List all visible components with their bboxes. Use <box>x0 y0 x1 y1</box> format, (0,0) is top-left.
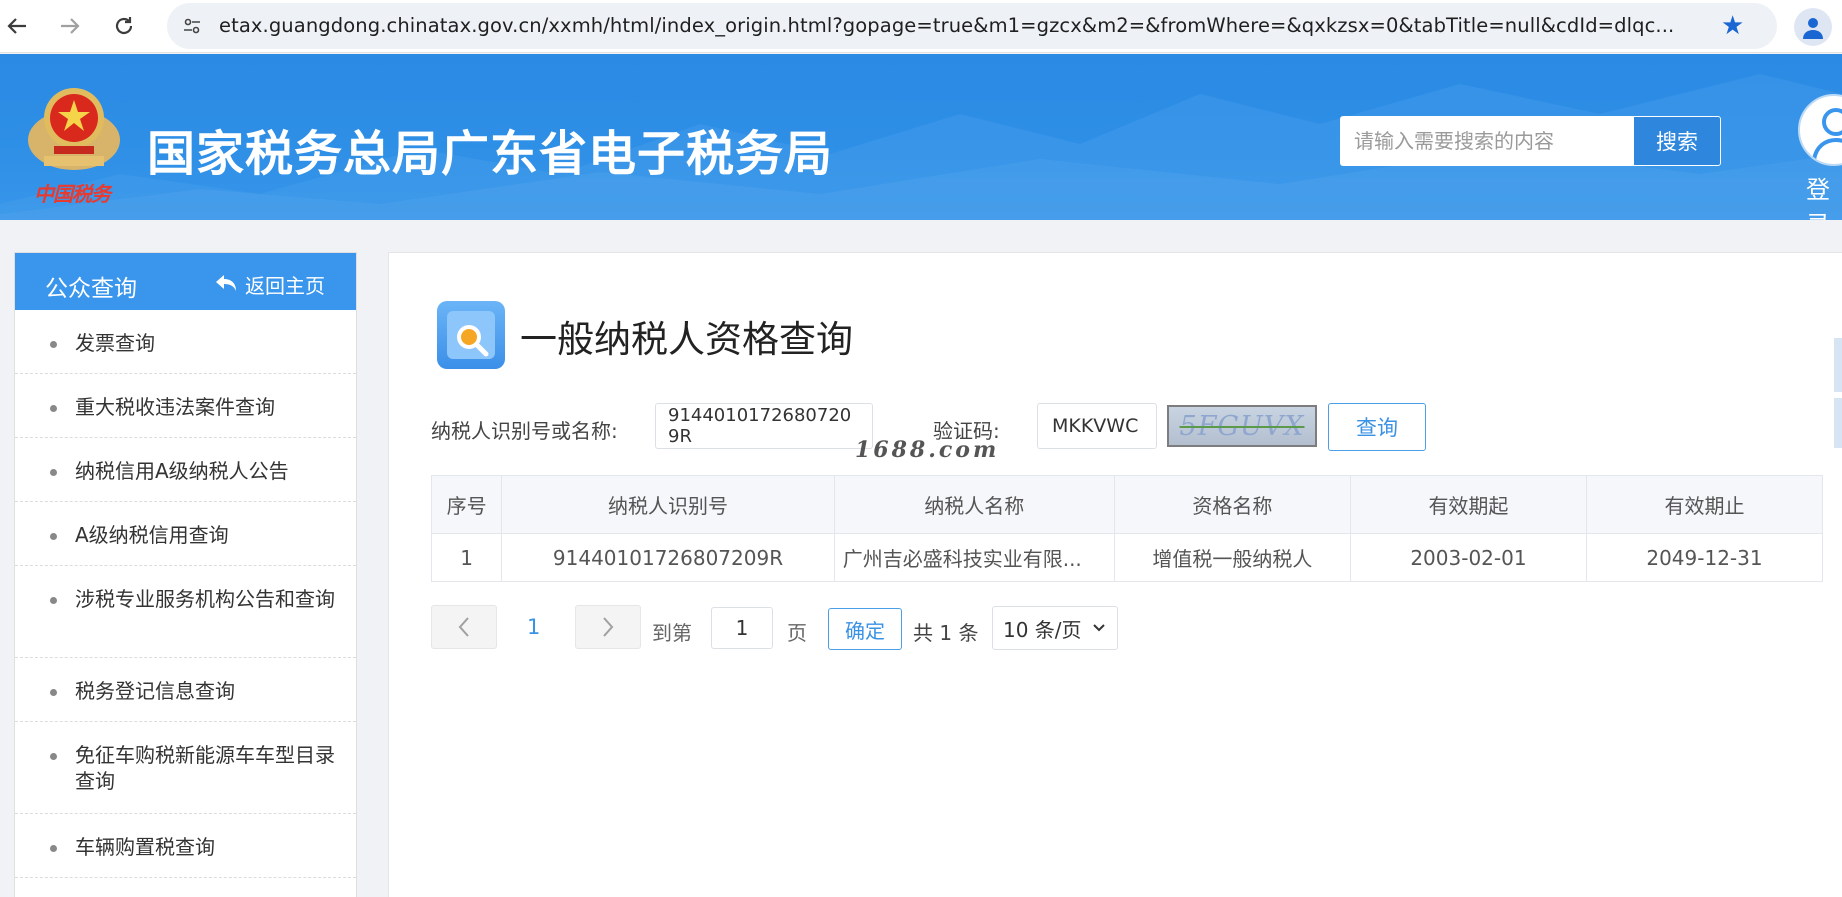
goto-page-input[interactable]: 1 <box>711 607 773 649</box>
back-icon[interactable] <box>0 9 34 43</box>
col-header: 纳税人识别号 <box>501 475 835 534</box>
table-cell: 2049-12-31 <box>1585 533 1824 582</box>
sidebar-item-label: 发票查询 <box>75 331 155 355</box>
goto-label: 到第 <box>652 621 692 645</box>
table-cell: 增值税一般纳税人 <box>1113 533 1351 582</box>
reload-icon[interactable] <box>107 9 141 43</box>
page-size-select[interactable]: 10 条/页 <box>992 606 1118 650</box>
side-float-tab[interactable] <box>1834 398 1842 448</box>
forward-icon[interactable] <box>53 9 87 43</box>
result-table: 序号 纳税人识别号 纳税人名称 资格名称 有效期起 有效期止 1 9144010… <box>430 475 1824 582</box>
next-page-button[interactable] <box>575 605 641 649</box>
sidebar-item-label: 纳税信用A级纳税人公告 <box>75 459 289 483</box>
page-size-value: 10 条/页 <box>1003 617 1082 642</box>
site-search-input[interactable] <box>1340 116 1633 166</box>
emblem-caption: 中国税务 <box>34 182 111 206</box>
chevron-left-icon <box>458 617 469 637</box>
login-link[interactable]: 登录 <box>1806 170 1842 220</box>
back-home-label: 返回主页 <box>245 274 325 298</box>
search-doc-icon <box>437 301 505 369</box>
sidebar-item-label: 涉税专业服务机构公告和查询 <box>75 587 335 611</box>
main-panel: 一般纳税人资格查询 纳税人识别号或名称: 9144010172680720​9R… <box>388 252 1842 897</box>
table-header-row: 序号 纳税人识别号 纳税人名称 资格名称 有效期起 有效期止 <box>430 475 1824 534</box>
profile-icon[interactable] <box>1794 8 1832 46</box>
prev-page-button[interactable] <box>431 605 497 649</box>
address-bar[interactable]: etax.guangdong.chinatax.gov.cn/xxmh/html… <box>167 3 1777 49</box>
pagination: 1 到第 1 页 确定 共 1 条 10 条/页 <box>431 605 1331 651</box>
sidebar-item-label: 免征车购税新能源车车型目录查询 <box>75 743 335 793</box>
sidebar-item-ev-catalog[interactable]: 免征车购税新能源车车型目录查询 <box>15 722 356 814</box>
bookmark-star-icon[interactable]: ★ <box>1721 11 1744 41</box>
sidebar-item-vehicle-tax[interactable]: 车辆购置税查询 <box>15 814 356 878</box>
sidebar-item-credit-a-notice[interactable]: 纳税信用A级纳税人公告 <box>15 438 356 502</box>
site-title: 国家税务总局广东省电子税务局 <box>147 126 834 182</box>
col-header: 有效期起 <box>1349 475 1587 534</box>
table-cell: 9144010172680720​9R <box>501 533 835 582</box>
tax-emblem-icon <box>28 88 120 170</box>
total-count: 共 1 条 <box>913 621 979 645</box>
table-cell: 2003-02-01 <box>1349 533 1587 582</box>
search-button[interactable]: 搜索 <box>1633 116 1721 166</box>
query-button[interactable]: 查询 <box>1328 403 1426 451</box>
watermark-text: 1688.com <box>855 437 1000 463</box>
sidebar-item-label: 车辆购置税查询 <box>75 835 215 859</box>
back-home-link[interactable]: 返回主页 <box>215 270 325 299</box>
sidebar-item-credit-a-query[interactable]: A级纳税信用查询 <box>15 502 356 566</box>
sidebar-item-label: 重大税收违法案件查询 <box>75 395 275 419</box>
url-text[interactable]: etax.guangdong.chinatax.gov.cn/xxmh/html… <box>219 14 1699 37</box>
sidebar-item-label: A级纳税信用查询 <box>75 523 229 547</box>
table-cell: 广州吉必盛科技实业有限... <box>833 533 1115 582</box>
sidebar-header: 公众查询 返回主页 <box>15 253 356 310</box>
sidebar-item-service-agency[interactable]: 涉税专业服务机构公告和查询 <box>15 566 356 658</box>
taxpayer-id-input[interactable]: 9144010172680720​9R <box>655 403 873 449</box>
page-unit-label: 页 <box>787 621 807 645</box>
sidebar: 公众查询 返回主页 发票查询 重大税收违法案件查询 纳税信用A级纳税人公告 A级… <box>14 252 357 897</box>
sidebar-title: 公众查询 <box>45 276 137 302</box>
goto-confirm-button[interactable]: 确定 <box>828 608 902 650</box>
side-float-tab[interactable] <box>1834 338 1842 392</box>
sidebar-item-invoice[interactable]: 发票查询 <box>15 310 356 374</box>
chevron-right-icon <box>603 617 614 637</box>
col-header: 有效期止 <box>1585 475 1824 534</box>
site-header: 中国税务 国家税务总局广东省电子税务局 搜索 登录 <box>0 54 1842 220</box>
col-header: 纳税人名称 <box>833 475 1115 534</box>
page-number-current[interactable]: 1 <box>527 615 540 639</box>
sidebar-item-major-violation[interactable]: 重大税收违法案件查询 <box>15 374 356 438</box>
col-header: 资格名称 <box>1113 475 1351 534</box>
col-header: 序号 <box>430 475 503 534</box>
taxpayer-label: 纳税人识别号或名称: <box>431 419 618 443</box>
browser-toolbar: etax.guangdong.chinatax.gov.cn/xxmh/html… <box>0 0 1842 53</box>
site-settings-icon[interactable] <box>177 11 207 41</box>
sidebar-item-registration[interactable]: 税务登记信息查询 <box>15 658 356 722</box>
captcha-input[interactable]: MKKVWC <box>1037 403 1157 449</box>
table-row: 1 9144010172680720​9R 广州吉必盛科技实业有限... 增值税… <box>430 533 1824 582</box>
reply-arrow-icon <box>215 273 237 297</box>
sidebar-item-label: 税务登记信息查询 <box>75 679 235 703</box>
chevron-down-icon <box>1092 624 1105 632</box>
table-cell: 1 <box>430 533 503 582</box>
captcha-image[interactable]: 5FGUVX <box>1167 405 1317 447</box>
captcha-image-text: 5FGUVX <box>1179 410 1305 442</box>
page-title: 一般纳税人资格查询 <box>520 318 853 361</box>
